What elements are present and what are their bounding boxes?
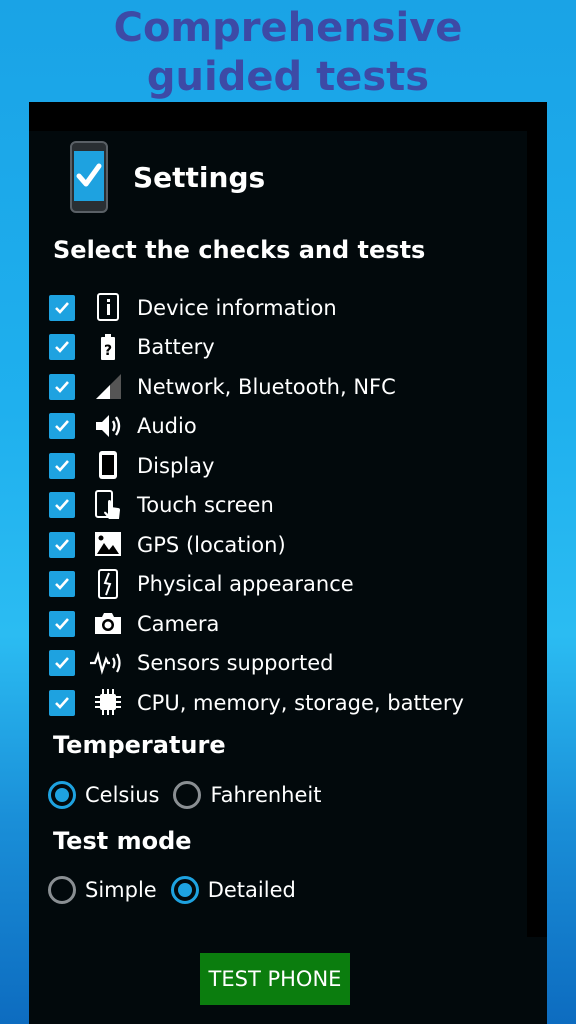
check-label: Network, Bluetooth, NFC xyxy=(137,374,396,399)
radio-simple[interactable] xyxy=(48,876,76,904)
check-label: CPU, memory, storage, battery xyxy=(137,690,464,715)
check-row-network[interactable]: Network, Bluetooth, NFC xyxy=(49,367,396,407)
battery-icon: ? xyxy=(93,332,123,362)
check-row-battery[interactable]: ? Battery xyxy=(49,328,215,368)
promo-headline: Comprehensive guided tests xyxy=(0,4,576,102)
cpu-chip-icon xyxy=(93,687,123,717)
phone-check-app-icon xyxy=(70,141,108,213)
radio-label-fahrenheit[interactable]: Fahrenheit xyxy=(210,783,321,807)
sensor-icon xyxy=(89,648,125,678)
check-row-camera[interactable]: Camera xyxy=(49,604,219,644)
checkbox-checked[interactable] xyxy=(49,373,75,400)
test-mode-radio-group: Simple Detailed xyxy=(48,876,310,904)
checkbox-checked[interactable] xyxy=(49,492,75,519)
check-label: Display xyxy=(137,453,215,478)
radio-label-simple[interactable]: Simple xyxy=(85,878,157,902)
landscape-image-icon xyxy=(93,529,123,559)
info-icon xyxy=(93,292,123,322)
check-label: Sensors supported xyxy=(137,651,334,676)
checkbox-checked[interactable] xyxy=(49,571,75,598)
check-label: Battery xyxy=(137,335,215,360)
radio-fahrenheit[interactable] xyxy=(173,781,202,809)
checkbox-checked[interactable] xyxy=(49,650,75,677)
settings-panel: Settings Select the checks and tests Dev… xyxy=(29,131,527,993)
checkbox-checked[interactable] xyxy=(49,294,75,321)
radio-detailed[interactable] xyxy=(170,876,199,904)
svg-text:?: ? xyxy=(104,343,112,359)
check-row-gps[interactable]: GPS (location) xyxy=(49,525,286,565)
temperature-title: Temperature xyxy=(53,731,226,759)
radio-label-detailed[interactable]: Detailed xyxy=(208,878,296,902)
settings-title: Settings xyxy=(133,160,266,194)
check-label: GPS (location) xyxy=(137,532,286,557)
checkbox-checked[interactable] xyxy=(49,452,75,479)
check-row-cpu[interactable]: CPU, memory, storage, battery xyxy=(49,683,464,723)
temperature-radio-group: Celsius Fahrenheit xyxy=(48,781,335,809)
checkbox-checked[interactable] xyxy=(49,334,75,361)
settings-header: Settings xyxy=(69,141,265,213)
promo-line-1: Comprehensive xyxy=(113,5,463,51)
check-label: Audio xyxy=(137,414,197,439)
checks-section-title: Select the checks and tests xyxy=(53,236,426,264)
check-label: Physical appearance xyxy=(137,572,354,597)
checks-list: Device information ? Battery Network, Bl… xyxy=(49,288,464,723)
check-row-physical-appearance[interactable]: Physical appearance xyxy=(49,565,354,605)
check-row-sensors[interactable]: Sensors supported xyxy=(49,644,333,684)
checkbox-checked[interactable] xyxy=(49,413,75,440)
check-row-device-information[interactable]: Device information xyxy=(49,288,337,328)
promo-line-2: guided tests xyxy=(146,54,430,100)
test-phone-button[interactable]: TEST PHONE xyxy=(200,953,350,1005)
checkbox-checked[interactable] xyxy=(49,531,75,558)
check-row-touch-screen[interactable]: Touch screen xyxy=(49,486,274,526)
check-label: Camera xyxy=(137,611,220,636)
broken-phone-icon xyxy=(93,568,123,599)
check-label: Touch screen xyxy=(137,493,274,518)
check-row-display[interactable]: Display xyxy=(49,446,214,486)
radio-celsius[interactable] xyxy=(48,781,76,809)
check-row-audio[interactable]: Audio xyxy=(49,407,197,447)
radio-label-celsius[interactable]: Celsius xyxy=(85,783,159,807)
phone-screen: Settings Select the checks and tests Dev… xyxy=(29,102,547,1024)
camera-icon xyxy=(93,608,123,638)
checkbox-checked[interactable] xyxy=(49,610,75,637)
test-mode-title: Test mode xyxy=(53,827,192,855)
signal-icon xyxy=(93,371,123,401)
phone-display-icon xyxy=(93,450,123,480)
bottom-action-bar: TEST PHONE xyxy=(29,937,547,1024)
speaker-icon xyxy=(93,411,123,441)
checkbox-checked[interactable] xyxy=(49,689,75,716)
touch-icon xyxy=(93,489,123,520)
check-label: Device information xyxy=(137,295,337,320)
